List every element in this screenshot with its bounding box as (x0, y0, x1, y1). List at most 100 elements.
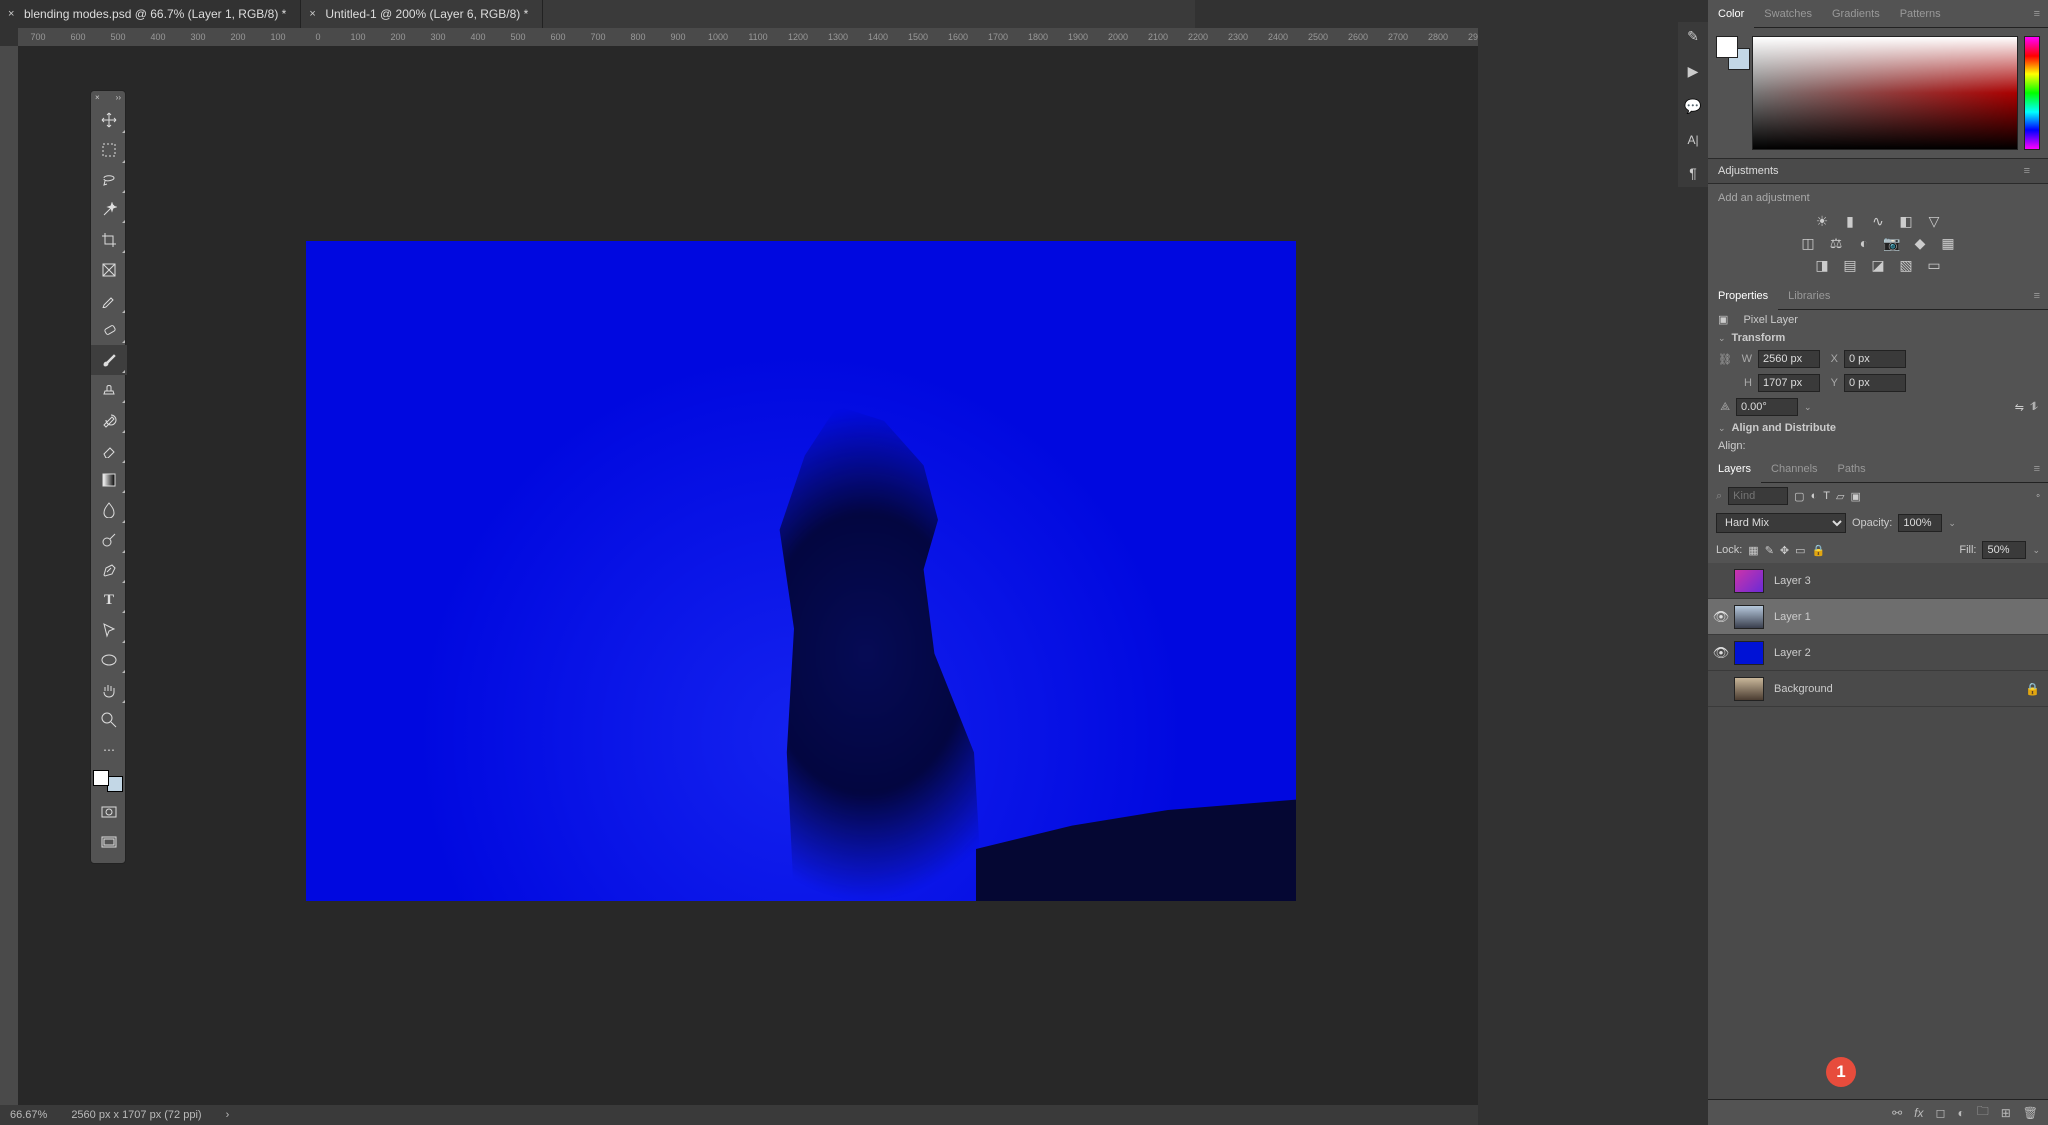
close-icon[interactable]: × (309, 8, 315, 20)
filter-type-icon[interactable]: T (1823, 490, 1830, 502)
document-tab[interactable]: × Untitled-1 @ 200% (Layer 6, RGB/8) * (301, 0, 543, 28)
height-field[interactable] (1758, 374, 1820, 392)
photo-filter-icon[interactable]: 📷 (1884, 235, 1900, 251)
new-layer-icon[interactable]: ⊞ (2001, 1106, 2011, 1120)
filter-adjust-icon[interactable]: ◐ (1811, 490, 1818, 502)
fill-field[interactable] (1982, 541, 2026, 559)
x-field[interactable] (1844, 350, 1906, 368)
hue-strip[interactable] (2024, 36, 2040, 150)
screen-mode-tool[interactable] (91, 827, 127, 857)
brightness-contrast-icon[interactable]: ☀ (1814, 213, 1830, 229)
tab-gradients[interactable]: Gradients (1822, 0, 1890, 28)
chevron-down-icon[interactable]: ⌄ (1948, 518, 1956, 529)
close-icon[interactable]: × (8, 8, 14, 20)
hand-tool[interactable] (91, 675, 127, 705)
magic-wand-tool[interactable] (91, 195, 127, 225)
fg-swatch[interactable] (1716, 36, 1738, 58)
history-brush-tool[interactable] (91, 405, 127, 435)
layer-mask-icon[interactable]: ◻ (1935, 1106, 1945, 1120)
flip-horizontal-icon[interactable]: ⇋ (2015, 401, 2024, 414)
canvas-area[interactable] (18, 46, 1478, 1105)
black-white-icon[interactable]: ◐ (1856, 235, 1872, 251)
paragraph-panel-icon[interactable]: ¶ (1689, 165, 1697, 181)
y-field[interactable] (1844, 374, 1906, 392)
layer-name[interactable]: Layer 3 (1774, 575, 1811, 587)
layer-row[interactable]: Layer 3 (1708, 563, 2048, 599)
zoom-tool[interactable] (91, 705, 127, 735)
layer-row[interactable]: 👁Layer 1 (1708, 599, 2048, 635)
vibrance-icon[interactable]: ▽ (1926, 213, 1942, 229)
selective-color-icon[interactable]: ▧ (1898, 257, 1914, 273)
chevron-down-icon[interactable]: ⌄ (1718, 423, 1726, 434)
layer-thumbnail[interactable] (1734, 569, 1764, 593)
lock-transparency-icon[interactable]: ▦ (1748, 544, 1758, 557)
type-tool[interactable]: T (91, 585, 127, 615)
document-tab[interactable]: × blending modes.psd @ 66.7% (Layer 1, R… (0, 0, 301, 28)
layer-name[interactable]: Layer 1 (1774, 611, 1811, 623)
pen-tool[interactable] (91, 555, 127, 585)
panel-menu-icon[interactable]: ≡ (2016, 165, 2038, 177)
layer-thumbnail[interactable] (1734, 605, 1764, 629)
gradient-tool[interactable] (91, 465, 127, 495)
ruler-vertical[interactable] (0, 46, 18, 1105)
crop-tool[interactable] (91, 225, 127, 255)
healing-brush-tool[interactable] (91, 315, 127, 345)
adjustments-header[interactable]: Adjustments ≡ (1708, 158, 2048, 184)
more-tools[interactable]: ⋯ (91, 735, 127, 765)
panel-menu-icon[interactable]: ≡ (2026, 8, 2048, 20)
color-spectrum[interactable] (1752, 36, 2018, 150)
layer-row[interactable]: Background🔒 (1708, 671, 2048, 707)
tab-channels[interactable]: Channels (1761, 455, 1827, 483)
brush-settings-icon[interactable]: ✎ (1687, 28, 1699, 45)
color-swatches[interactable] (91, 768, 125, 794)
tab-patterns[interactable]: Patterns (1890, 0, 1951, 28)
background-color-swatch[interactable] (107, 776, 123, 792)
lock-position-icon[interactable]: ✥ (1780, 544, 1789, 557)
threshold-icon[interactable]: ◪ (1870, 257, 1886, 273)
panel-menu-icon[interactable]: ≡ (2026, 290, 2048, 302)
chevron-down-icon[interactable]: ⌄ (1804, 402, 1812, 413)
lasso-tool[interactable] (91, 165, 127, 195)
filter-toggle-icon[interactable]: ◦ (2036, 490, 2040, 502)
lock-pixels-icon[interactable]: ✎ (1765, 544, 1774, 557)
tab-color[interactable]: Color (1708, 0, 1754, 28)
play-action-icon[interactable]: ▶ (1688, 63, 1699, 80)
blur-tool[interactable] (91, 495, 127, 525)
panel-menu-icon[interactable]: ≡ (2026, 463, 2048, 475)
quick-mask-tool[interactable] (91, 797, 127, 827)
curves-icon[interactable]: ∿ (1870, 213, 1886, 229)
status-more-icon[interactable]: › (226, 1109, 230, 1121)
delete-layer-icon[interactable]: 🗑 (2023, 1106, 2038, 1120)
hue-sat-icon[interactable]: ◫ (1800, 235, 1816, 251)
marquee-tool[interactable] (91, 135, 127, 165)
posterize-icon[interactable]: ▤ (1842, 257, 1858, 273)
opacity-field[interactable] (1898, 514, 1942, 532)
filter-shape-icon[interactable]: ▱ (1836, 490, 1844, 503)
link-layers-icon[interactable]: ⚯ (1892, 1106, 1902, 1120)
layer-name[interactable]: Background (1774, 683, 1833, 695)
tab-paths[interactable]: Paths (1828, 455, 1876, 483)
layer-row[interactable]: 👁 Layer 2 (1708, 635, 2048, 671)
layer-name[interactable]: Layer 2 (1774, 647, 1811, 659)
zoom-readout[interactable]: 66.67% (10, 1109, 47, 1121)
layer-thumbnail[interactable] (1734, 677, 1764, 701)
dimensions-readout[interactable]: 2560 px x 1707 px (72 ppi) (71, 1109, 201, 1121)
angle-field[interactable] (1736, 398, 1798, 416)
channel-mixer-icon[interactable]: ◆ (1912, 235, 1928, 251)
lock-artboard-icon[interactable]: ▭ (1795, 544, 1805, 557)
levels-icon[interactable]: ▮ (1842, 213, 1858, 229)
ruler-horizontal[interactable]: 7006005004003002001000100200300400500600… (18, 28, 1478, 46)
link-wh-icon[interactable]: ⛓ (1718, 353, 1734, 366)
flip-vertical-icon[interactable]: ⥮ (2030, 401, 2038, 414)
layer-fx-icon[interactable]: fx (1914, 1106, 1923, 1120)
visibility-toggle[interactable]: 👁 (1708, 645, 1734, 661)
chevron-down-icon[interactable]: ⌄ (1718, 333, 1726, 344)
tab-properties[interactable]: Properties (1708, 282, 1778, 310)
invert-icon[interactable]: ◨ (1814, 257, 1830, 273)
toolbox-header[interactable]: ×›› (91, 91, 125, 105)
brush-tool[interactable] (91, 345, 127, 375)
gradient-map-icon[interactable]: ▭ (1926, 257, 1942, 273)
color-balance-icon[interactable]: ⚖ (1828, 235, 1844, 251)
blend-mode-select[interactable]: Hard Mix (1716, 513, 1846, 533)
chevron-down-icon[interactable]: ⌄ (2032, 545, 2040, 556)
